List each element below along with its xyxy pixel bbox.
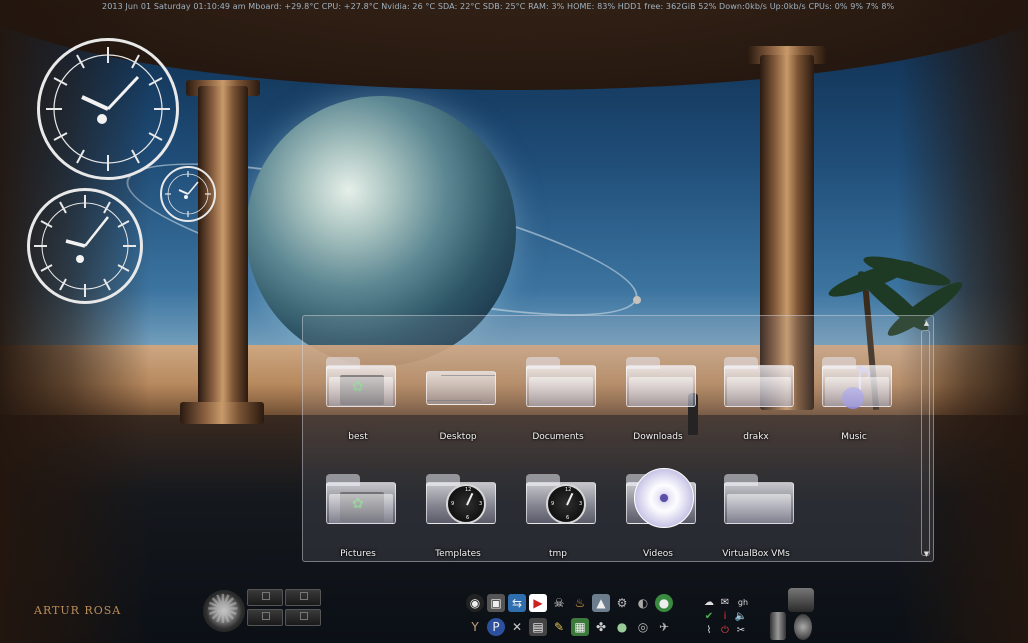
app-icon-20[interactable]: ✈ — [655, 618, 673, 636]
folder-icon — [724, 474, 794, 526]
folder-label: drakx — [743, 432, 769, 442]
clock-face-numerals — [165, 171, 211, 217]
app-launcher-panel: ◉ ▣ ⇆ ▶ ☠ ♨ ▲ ⚙ ◐ ● Y P ✕ ▤ ✎ ▦ ✤ ● ◎ ✈ — [466, 594, 690, 640]
desktop-pager-3[interactable] — [247, 609, 283, 626]
folder-item-downloads[interactable]: Downloads — [612, 327, 704, 442]
folder-icon — [626, 357, 696, 409]
folder-with-clock-icon: 12 3 6 9 — [526, 474, 596, 526]
video-disc-folder-icon — [626, 468, 696, 528]
folder-item-documents[interactable]: Documents — [512, 327, 604, 442]
folder-icon — [724, 357, 794, 409]
app-icon-5[interactable]: ☠ — [550, 594, 568, 612]
folder-label: Templates — [435, 549, 481, 559]
trash-icon[interactable] — [770, 612, 786, 640]
system-tray: ☁ ✉ gh ✔ i 🔈 ⌇ ⏻ ✂ — [700, 594, 760, 640]
folder-label: Desktop — [439, 432, 477, 442]
folder-label: VirtualBox VMs — [722, 549, 790, 559]
app-icon-11[interactable]: Y — [466, 618, 484, 636]
large-clock-widget[interactable] — [37, 38, 179, 180]
network-icon[interactable]: ⌇ — [702, 624, 716, 638]
folder-label: Videos — [643, 549, 673, 559]
clock-face-numerals — [34, 195, 136, 297]
folder-item-videos[interactable]: Videos — [612, 444, 704, 559]
left-pillar — [198, 86, 248, 411]
app-icon-8[interactable]: ⚙ — [613, 594, 631, 612]
padlock-icon[interactable] — [788, 588, 814, 612]
scroll-down-arrow-icon[interactable]: ▼ — [922, 550, 931, 559]
folder-item-templates[interactable]: 12 3 6 9 Templates — [412, 444, 504, 559]
folder-with-image-badge-icon: ✿ — [326, 474, 396, 526]
info-icon[interactable]: i — [718, 610, 732, 624]
folder-with-image-badge-icon: ✿ — [326, 357, 396, 409]
alert-icon[interactable]: ⏻ — [718, 624, 732, 638]
folder-label: Downloads — [633, 432, 683, 442]
app-icon-6[interactable]: ♨ — [571, 594, 589, 612]
app-icon-4[interactable]: ▶ — [529, 594, 547, 612]
folder-with-clock-icon: 12 3 6 9 — [426, 474, 496, 526]
app-icon-3[interactable]: ⇆ — [508, 594, 526, 612]
desktop-folder-icon — [426, 357, 496, 409]
desktop-pager-2[interactable] — [285, 589, 321, 606]
tray-label: gh — [737, 598, 749, 607]
check-icon[interactable]: ✔ — [702, 610, 716, 624]
gear-icon[interactable] — [203, 587, 245, 633]
desktop-pager-4[interactable] — [285, 609, 321, 626]
clock-icon: 12 3 6 9 — [446, 484, 486, 524]
app-icon-13[interactable]: ✕ — [508, 618, 526, 636]
artist-signature: ARTUR ROSA — [34, 604, 122, 617]
folder-label: Pictures — [340, 549, 376, 559]
desktop-pager-1[interactable] — [247, 589, 283, 606]
scissors-icon[interactable]: ✂ — [734, 624, 748, 638]
app-icon-9[interactable]: ◐ — [634, 594, 652, 612]
folder-label: best — [348, 432, 368, 442]
clock-icon: 12 3 6 9 — [546, 484, 586, 524]
folder-label: Music — [841, 432, 867, 442]
folder-view-widget[interactable]: ▲ ▼ ✿ best Desktop Documents Downloads — [302, 315, 934, 562]
left-pillar-base — [180, 402, 264, 424]
folder-label: tmp — [548, 549, 567, 559]
folder-icon — [526, 357, 596, 409]
scroll-up-arrow-icon[interactable]: ▲ — [922, 319, 931, 328]
app-icon-18[interactable]: ● — [613, 618, 631, 636]
microphone-icon[interactable] — [794, 614, 812, 640]
folder-item-music[interactable]: ♪ Music — [808, 327, 900, 442]
app-icon-2[interactable]: ▣ — [487, 594, 505, 612]
cloud-icon[interactable]: ☁ — [702, 596, 716, 610]
volume-icon[interactable]: 🔈 — [734, 610, 748, 624]
app-icon-7[interactable]: ▲ — [592, 594, 610, 612]
app-icon-15[interactable]: ✎ — [550, 618, 568, 636]
app-icon-12[interactable]: P — [487, 618, 505, 636]
music-folder-icon: ♪ — [822, 357, 892, 409]
folder-item-virtualbox-vms[interactable]: VirtualBox VMs — [710, 444, 802, 559]
app-icon-17[interactable]: ✤ — [592, 618, 610, 636]
folder-item-pictures[interactable]: ✿ Pictures — [312, 444, 404, 559]
mail-icon[interactable]: ✉ — [718, 596, 732, 610]
folder-label: Documents — [532, 432, 584, 442]
app-icon-16[interactable]: ▦ — [571, 618, 589, 636]
app-icon-14[interactable]: ▤ — [529, 618, 547, 636]
folder-item-tmp[interactable]: 12 3 6 9 tmp — [512, 444, 604, 559]
medium-clock-widget[interactable] — [27, 188, 143, 304]
app-icon-1[interactable]: ◉ — [466, 594, 484, 612]
folder-item-drakx[interactable]: drakx — [710, 327, 802, 442]
moon — [633, 296, 641, 304]
folder-item-desktop[interactable]: Desktop — [412, 327, 504, 442]
app-icon-10[interactable]: ● — [655, 594, 673, 612]
clock-face-numerals — [46, 47, 170, 171]
small-clock-widget[interactable] — [160, 166, 216, 222]
folder-item-best[interactable]: ✿ best — [312, 327, 404, 442]
trash-and-tools-group — [768, 588, 820, 642]
scrollbar[interactable] — [921, 330, 930, 556]
system-monitor-bar: 2013 Jun 01 Saturday 01:10:49 am Mboard:… — [102, 2, 895, 11]
app-icon-19[interactable]: ◎ — [634, 618, 652, 636]
